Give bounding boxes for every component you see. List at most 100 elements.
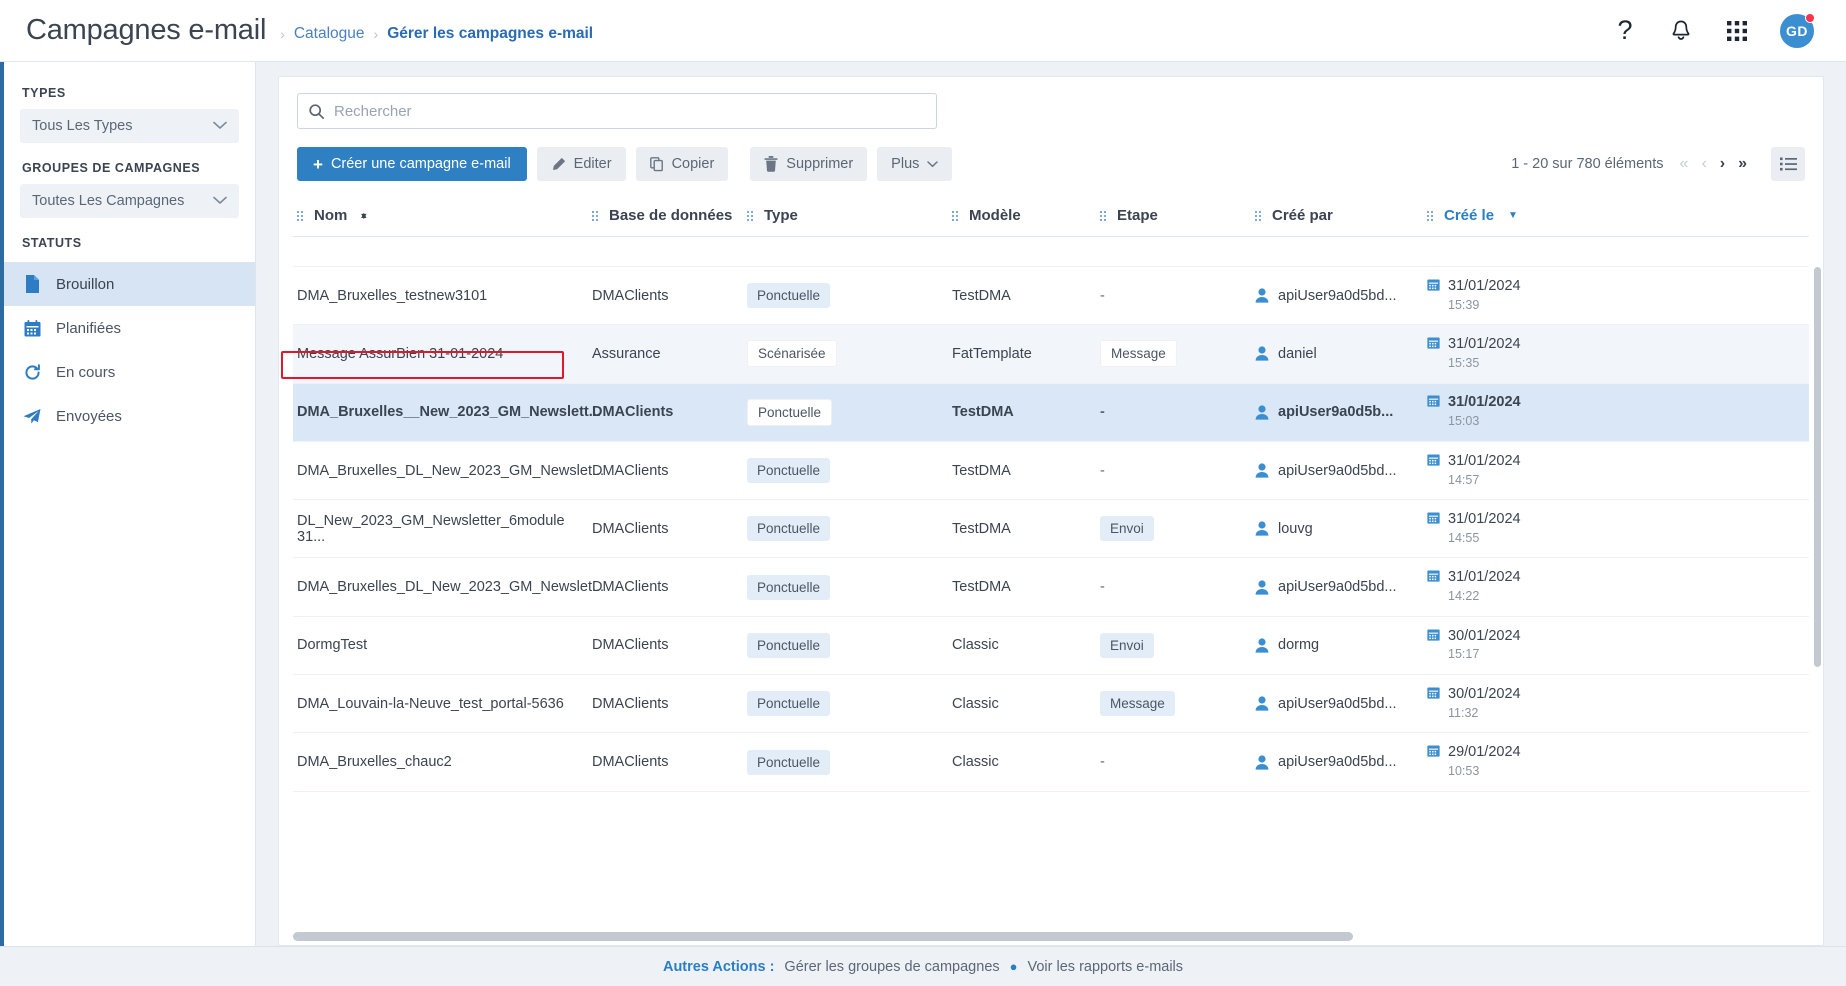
column-header-type[interactable]: Type [747,207,952,224]
cell-modele: TestDMA [952,404,1014,421]
user-icon [1255,346,1269,362]
cell-nom[interactable]: DMA_Bruxelles_chauc2 [297,754,592,770]
time-value: 14:22 [1448,589,1480,604]
sidebar-title-groups: GROUPES DE CAMPAGNES [22,161,201,175]
vertical-scrollbar[interactable] [1814,267,1821,667]
column-header-etape[interactable]: Etape [1100,207,1255,224]
time-value: 15:39 [1448,297,1480,312]
sidebar: TYPES Tous Les Types GROUPES DE CAMPAGNE… [0,62,256,946]
search-box[interactable] [297,93,937,129]
cell-modele: Classic [952,637,999,654]
drag-handle-icon[interactable] [1100,210,1106,221]
table-row[interactable]: DMA_Bruxelles_DL_New_2023_GM_Newslet... … [293,558,1809,617]
sort-desc-icon[interactable]: ▼ [1508,210,1518,221]
drag-handle-icon[interactable] [592,210,598,221]
cell-date: 31/01/2024 15:35 [1427,335,1567,373]
copy-button[interactable]: Copier [635,147,729,181]
drag-handle-icon[interactable] [297,210,303,221]
sidebar-item-en-cours[interactable]: En cours [4,350,255,394]
sidebar-item-envoyees[interactable]: Envoyées [4,394,255,438]
table-row-selected[interactable]: DMA_Bruxelles__New_2023_GM_Newslett... D… [293,383,1809,442]
calendar-icon [1427,511,1440,524]
groups-filter-select[interactable]: Toutes Les Campagnes [20,184,239,218]
pencil-icon [551,157,566,172]
sidebar-item-planifiees[interactable]: Planifiées [4,306,255,350]
avatar[interactable]: GD [1780,12,1815,48]
cell-nom[interactable]: DMA_Bruxelles_testnew3101 [297,288,592,304]
cell-type: Ponctuelle [747,632,952,658]
user-icon [1255,696,1269,711]
calendar-icon [1427,336,1440,349]
avatar-initials: GD [1786,22,1808,39]
type-tag: Ponctuelle [747,691,831,717]
column-header-base-de-donnees[interactable]: Base de données [592,207,747,224]
cell-modele: TestDMA [952,462,1011,479]
horizontal-scrollbar[interactable] [293,932,1353,941]
edit-button[interactable]: Editer [536,147,626,181]
cell-nom[interactable]: DMA_Louvain-la-Neuve_test_portal-5636 [297,696,592,712]
time-value: 15:17 [1448,647,1480,662]
table-row[interactable]: DMA_Bruxelles_chauc2 DMAClients Ponctuel… [293,733,1809,792]
cell-nom[interactable]: DMA_Bruxelles_DL_New_2023_GM_Newslet... [297,579,604,595]
table-row[interactable]: DMA_Bruxelles_testnew3101 DMAClients Pon… [293,267,1809,326]
delete-button[interactable]: Supprimer [750,147,868,181]
cell-etape: Message [1100,691,1255,717]
drag-handle-icon[interactable] [747,210,753,221]
drag-handle-icon[interactable] [952,210,958,221]
first-page-button[interactable]: « [1680,156,1689,172]
table-row[interactable]: Message AssurBien 31-01-2024 Assurance S… [293,325,1809,384]
footer-link-rapports[interactable]: Voir les rapports e-mails [1028,959,1184,975]
search-input[interactable] [298,94,936,128]
more-button[interactable]: Plus [877,147,953,181]
cell-nom[interactable]: Message AssurBien 31-01-2024 [297,346,592,362]
cell-base: DMAClients [592,287,669,304]
date-value: 29/01/2024 [1448,744,1521,761]
table-row[interactable]: DMA_Louvain-la-Neuve_test_portal-5636 DM… [293,675,1809,734]
header-left: Campagnes e-mail › Catalogue › Gérer les… [26,16,593,45]
column-header-nom[interactable]: Nom ▲ ▼ [297,207,592,224]
drag-handle-icon[interactable] [1255,210,1261,221]
create-campaign-button[interactable]: + Créer une campagne e-mail [297,147,527,181]
type-tag: Scénarisée [747,340,837,368]
cell-date: 31/01/2024 15:39 [1427,277,1567,315]
type-tag: Ponctuelle [747,458,831,484]
breadcrumb-item-current[interactable]: Gérer les campagnes e-mail [387,25,593,43]
cell-date: 31/01/2024 14:55 [1427,510,1567,548]
table-row[interactable]: DL_New_2023_GM_Newsletter_6module 31... … [293,500,1809,559]
grid-apps-icon[interactable] [1724,18,1750,44]
user-name: dormg [1278,637,1320,654]
cell-nom[interactable]: DormgTest [297,637,592,653]
user-name: apiUser9a0d5b... [1278,404,1394,421]
page-title: Campagnes e-mail [26,14,267,46]
cell-date: 31/01/2024 14:57 [1427,452,1567,490]
cell-nom-highlighted[interactable]: DMA_Bruxelles__New_2023_GM_Newslett... [297,404,601,420]
cell-date: 31/01/2024 14:22 [1427,568,1567,606]
types-filter-select[interactable]: Tous Les Types [20,109,239,143]
bell-icon[interactable] [1668,18,1694,44]
last-page-button[interactable]: » [1738,156,1747,172]
table-row[interactable]: DormgTest DMAClients Ponctuelle Classic … [293,617,1809,676]
breadcrumb-item-catalogue[interactable]: Catalogue [294,25,365,43]
sidebar-item-label: En cours [56,363,116,381]
sidebar-item-brouillon[interactable]: Brouillon [4,262,255,306]
help-icon[interactable]: ? [1612,17,1638,44]
user-icon [1255,754,1269,770]
type-tag: Ponctuelle [747,516,831,542]
list-view-icon[interactable] [1771,147,1805,181]
cell-nom[interactable]: DL_New_2023_GM_Newsletter_6module 31... [297,513,592,545]
footer-link-groupes[interactable]: Gérer les groupes de campagnes [784,959,999,975]
column-header-cree-le[interactable]: Créé le ▼ [1427,207,1567,224]
cell-type: Ponctuelle [747,574,952,600]
drag-handle-icon[interactable] [1427,210,1433,221]
sort-arrows-icon[interactable]: ▲ ▼ [359,211,368,221]
table-row[interactable]: DMA_Bruxelles_DL_New_2023_GM_Newslet... … [293,442,1809,501]
column-header-cree-par[interactable]: Créé par [1255,207,1427,224]
next-page-button[interactable]: › [1720,156,1725,172]
cell-nom[interactable]: DMA_Bruxelles_DL_New_2023_GM_Newslet... [297,463,604,479]
column-header-label: Nom [314,207,348,224]
trash-icon [764,156,778,172]
prev-page-button[interactable]: ‹ [1701,156,1706,172]
time-value: 14:55 [1448,530,1480,545]
table-body: DMA_Bruxelles_testnew3101 DMAClients Pon… [293,237,1809,945]
column-header-modele[interactable]: Modèle [952,207,1100,224]
